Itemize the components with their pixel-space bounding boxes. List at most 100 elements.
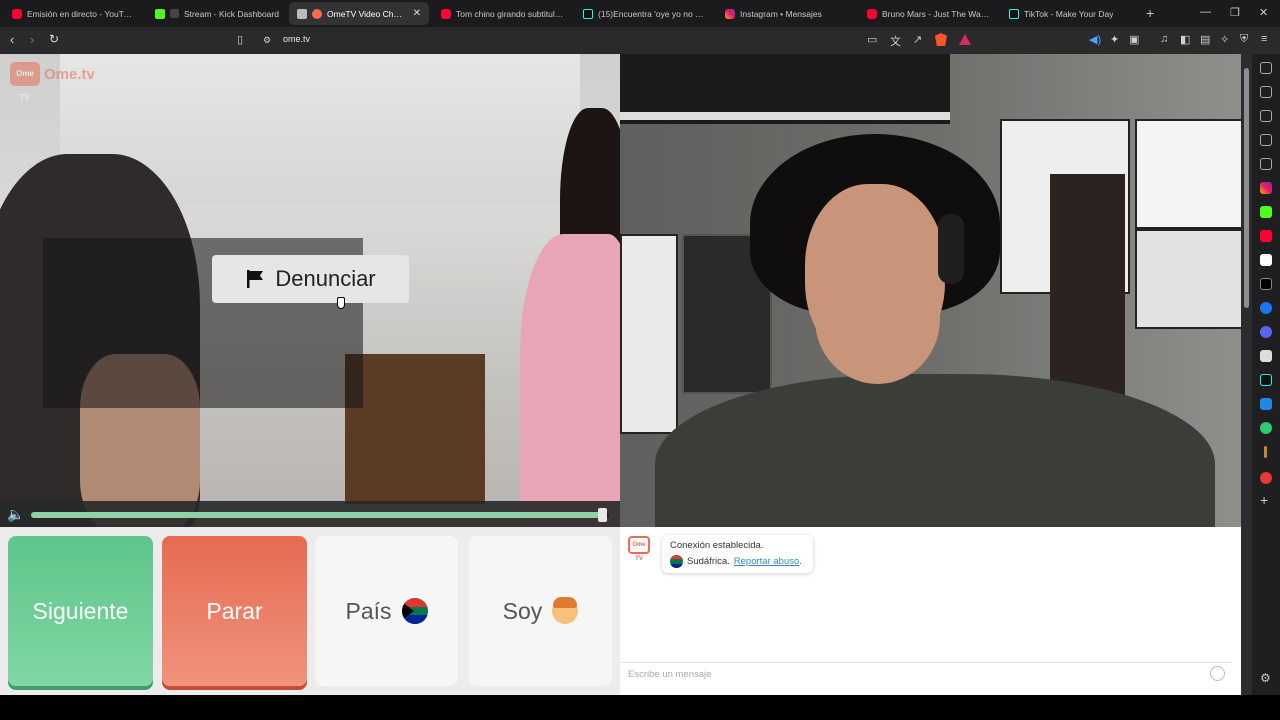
tab-title: Instagram • Mensajes [740, 8, 822, 19]
tab-title: Stream - Kick Dashboard [184, 8, 279, 19]
video-scene-cabinet [1050, 174, 1125, 414]
scrollbar-thumb[interactable] [1244, 68, 1249, 308]
brave-rewards-icon[interactable] [959, 34, 971, 45]
gender-selector-label: Soy [502, 597, 543, 624]
report-abuse-link[interactable]: Reportar abuso [734, 556, 799, 567]
tiktok-icon [583, 8, 593, 19]
browser-sidebar: + ⚙ [1252, 54, 1280, 695]
wallet-sidebar-icon[interactable] [1260, 110, 1272, 122]
bottom-letterbox [0, 695, 1280, 720]
message-input[interactable]: Escribe un mensaje [620, 662, 1232, 688]
tab-tiktok[interactable]: TikTok - Make Your Day [1001, 2, 1141, 25]
report-button[interactable]: Denunciar [212, 255, 409, 303]
facebook-icon[interactable] [1260, 302, 1272, 314]
volume-slider-handle[interactable] [598, 508, 608, 522]
volume-icon[interactable]: 🔈 [7, 506, 24, 523]
sidepanel-icon[interactable]: ▣ [1129, 33, 1139, 46]
control-panel: Siguiente Parar País Soy [0, 527, 620, 695]
ometv-chat-avatar: Ome TV [628, 536, 650, 562]
app-icon[interactable] [1260, 472, 1272, 484]
address-bar-url[interactable]: ome.tv [283, 34, 310, 44]
leo-sidebar-icon[interactable] [1260, 62, 1272, 74]
browser-toolbar: ‹ › ↻ ▯ ⚙ ome.tv ▭ 文 ↗ ◀) ✦ ▣ ♫ ◧ ▤ ✧ ⛨ … [0, 27, 1280, 54]
app-icon[interactable] [1260, 398, 1272, 410]
menu-icon[interactable]: ≡ [1261, 33, 1267, 45]
bookmark-icon[interactable]: ▯ [237, 33, 243, 46]
ometv-logo: Ome TV Ome.tv [10, 62, 95, 102]
tab-tiktok-search[interactable]: (15)Encuentra 'oye yo no mue [575, 2, 715, 25]
leo-ai-icon[interactable]: ✧ [1220, 33, 1229, 46]
volume-bar: 🔈 [0, 501, 620, 527]
brave-shields-icon[interactable] [935, 33, 947, 46]
gender-selector-button[interactable]: Soy [469, 536, 612, 686]
video-scene-poster [1135, 119, 1241, 229]
tab-kick-dashboard[interactable]: Stream - Kick Dashboard [147, 2, 287, 25]
emoji-picker-icon[interactable] [1210, 666, 1225, 681]
divider-icon [1264, 446, 1267, 458]
tab-youtube-bruno[interactable]: Bruno Mars - Just The Way You [859, 2, 999, 25]
cast-icon[interactable]: ▭ [867, 33, 877, 46]
new-tab-icon[interactable]: + [1146, 5, 1154, 21]
tab-title: TikTok - Make Your Day [1024, 8, 1114, 19]
medium-icon[interactable] [1260, 254, 1272, 266]
photos-icon[interactable] [1260, 350, 1272, 362]
site-settings-icon[interactable]: ⚙ [263, 35, 271, 46]
stop-button[interactable]: Parar [162, 536, 307, 686]
video-scene-torso [655, 374, 1215, 527]
reading-list-icon[interactable] [1260, 86, 1272, 98]
video-scene-face-lower [815, 254, 940, 384]
country-selector-button[interactable]: País [315, 536, 458, 686]
translate-icon[interactable]: 文 [890, 33, 901, 49]
share-icon[interactable]: ↗ [913, 33, 922, 46]
tab-ometv[interactable]: OmeTV Video Chat — I ✕ [289, 2, 429, 25]
chat-panel: Ome TV Conexión establecida. Sudáfrica. … [620, 527, 1241, 695]
tab-title: Bruno Mars - Just The Way You [882, 8, 991, 19]
extensions-icon[interactable]: ✦ [1110, 33, 1119, 46]
add-sidebar-item-icon[interactable]: + [1260, 493, 1272, 507]
ometv-logo-badge: Ome TV [10, 62, 40, 102]
video-scene-person-right [520, 234, 620, 527]
browser-tab-bar: Emisión en directo - YouTube S Stream - … [0, 0, 1280, 27]
vpn-sidebar-icon[interactable] [1260, 422, 1272, 434]
sidebar-toggle-icon[interactable]: ◧ [1180, 33, 1190, 46]
x-icon[interactable] [1260, 278, 1272, 290]
stop-button-label: Parar [206, 597, 263, 624]
youtube-icon[interactable] [1260, 230, 1272, 242]
close-window-icon[interactable]: ✕ [1259, 6, 1268, 19]
video-scene-poster [620, 234, 678, 434]
tab-youtube-live[interactable]: Emisión en directo - YouTube S [4, 2, 144, 25]
video-scene-headset [938, 214, 964, 284]
south-africa-flag-icon [670, 555, 683, 568]
page-scrollbar[interactable] [1241, 54, 1252, 695]
sidebar-settings-icon[interactable]: ⚙ [1260, 672, 1272, 684]
close-tab-icon[interactable]: ✕ [413, 8, 421, 19]
connection-status-text: Conexión establecida. [670, 540, 764, 551]
restore-icon[interactable]: ❐ [1230, 6, 1240, 19]
boy-emoji-icon [552, 597, 579, 624]
audio-playing-icon[interactable]: ◀) [1089, 33, 1101, 46]
volume-slider-fill [31, 512, 604, 518]
muted-icon [170, 9, 179, 18]
stranger-video: Ome TV Ome.tv Denunciar 🔈 [0, 54, 620, 527]
instagram-icon[interactable] [1260, 182, 1272, 194]
bookmarks-sidebar-icon[interactable] [1260, 134, 1272, 146]
wallet-icon[interactable]: ▤ [1200, 33, 1210, 46]
tiktok-icon[interactable] [1260, 374, 1272, 386]
tiktok-icon [1009, 8, 1019, 19]
ometv-logo-text: Ome.tv [44, 65, 95, 83]
web-app-icon[interactable] [1260, 326, 1272, 338]
next-button[interactable]: Siguiente [8, 536, 153, 686]
forward-icon[interactable]: › [30, 32, 34, 47]
music-icon[interactable]: ♫ [1160, 33, 1168, 45]
tab-instagram[interactable]: Instagram • Mensajes [717, 2, 857, 25]
tab-youtube-tom[interactable]: Tom chino girando subtitulado [433, 2, 573, 25]
mouse-cursor-icon [337, 297, 345, 309]
vpn-icon[interactable]: ⛨ [1240, 33, 1248, 46]
reload-icon[interactable]: ↻ [49, 32, 59, 46]
minimize-icon[interactable]: — [1200, 6, 1211, 18]
history-sidebar-icon[interactable] [1260, 158, 1272, 170]
self-video [620, 54, 1241, 527]
back-icon[interactable]: ‹ [10, 32, 14, 47]
volume-slider[interactable] [31, 508, 609, 522]
kick-icon[interactable] [1260, 206, 1272, 218]
